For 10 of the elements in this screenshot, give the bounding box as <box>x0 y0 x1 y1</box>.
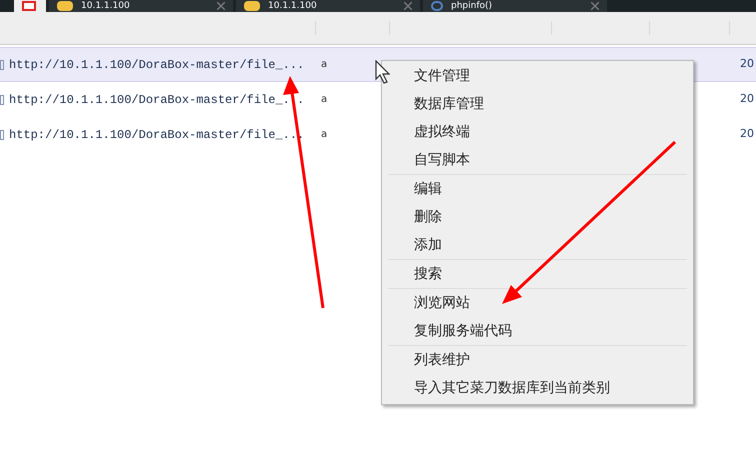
table-cell-text: 20 <box>740 56 754 72</box>
table-cell-text: a <box>321 58 328 72</box>
table-cell-text: 20 <box>740 126 754 142</box>
tab-label: 10.1.1.100 <box>268 1 317 11</box>
table-cell-text: a <box>321 128 328 142</box>
tab-label: phpinfo() <box>451 1 492 11</box>
table-cell-text: http://10.1.1.100/DoraBox-master/file_... <box>9 56 306 74</box>
table-cell-text: a <box>321 93 328 107</box>
tab-label: 10.1.1.100 <box>81 1 130 11</box>
table-cell-text: 20 <box>740 91 754 108</box>
